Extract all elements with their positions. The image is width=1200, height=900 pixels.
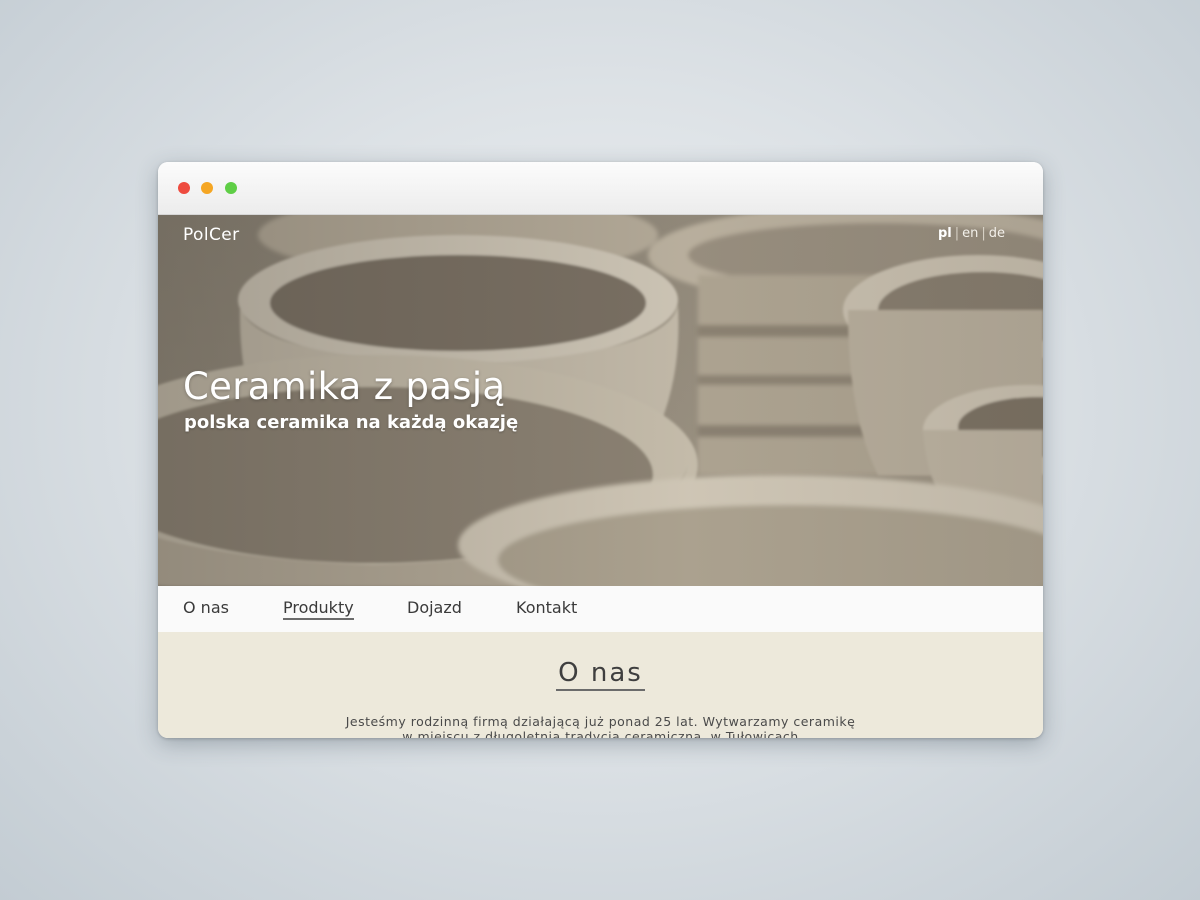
about-section: O nas Jesteśmy rodzinną firmą działającą… <box>158 632 1043 738</box>
language-link-de[interactable]: de <box>989 226 1005 241</box>
close-window-button[interactable] <box>178 182 190 194</box>
about-text: Jesteśmy rodzinną firmą działającą już p… <box>345 714 856 738</box>
window-titlebar <box>158 162 1043 215</box>
main-navigation: O nas Produkty Dojazd Kontakt <box>158 586 1043 632</box>
hero-subtitle: polska ceramika na każdą okazję <box>184 412 519 433</box>
nav-item-dojazd[interactable]: Dojazd <box>407 598 462 617</box>
minimize-window-button[interactable] <box>201 182 213 194</box>
maximize-window-button[interactable] <box>225 182 237 194</box>
site-logo[interactable]: PolCer <box>183 225 240 245</box>
nav-item-kontakt[interactable]: Kontakt <box>516 598 577 617</box>
language-separator: | <box>954 226 960 241</box>
language-separator: | <box>981 226 986 241</box>
language-link-en[interactable]: en <box>962 226 978 241</box>
nav-item-o-nas[interactable]: O nas <box>183 598 229 617</box>
browser-window: PolCer pl | en | de Ceramika z pasją polska … <box>158 162 1043 738</box>
nav-item-produkty[interactable]: Produkty <box>283 598 354 620</box>
language-link-pl[interactable]: pl <box>938 226 952 241</box>
hero-banner: PolCer pl | en | de Ceramika z pasją polska … <box>158 215 1043 586</box>
section-title-text: O nas <box>556 658 645 691</box>
hero-title: Ceramika z pasją <box>183 365 506 408</box>
section-title: O nas <box>158 658 1043 691</box>
language-switcher: pl | en | de <box>938 226 1005 241</box>
